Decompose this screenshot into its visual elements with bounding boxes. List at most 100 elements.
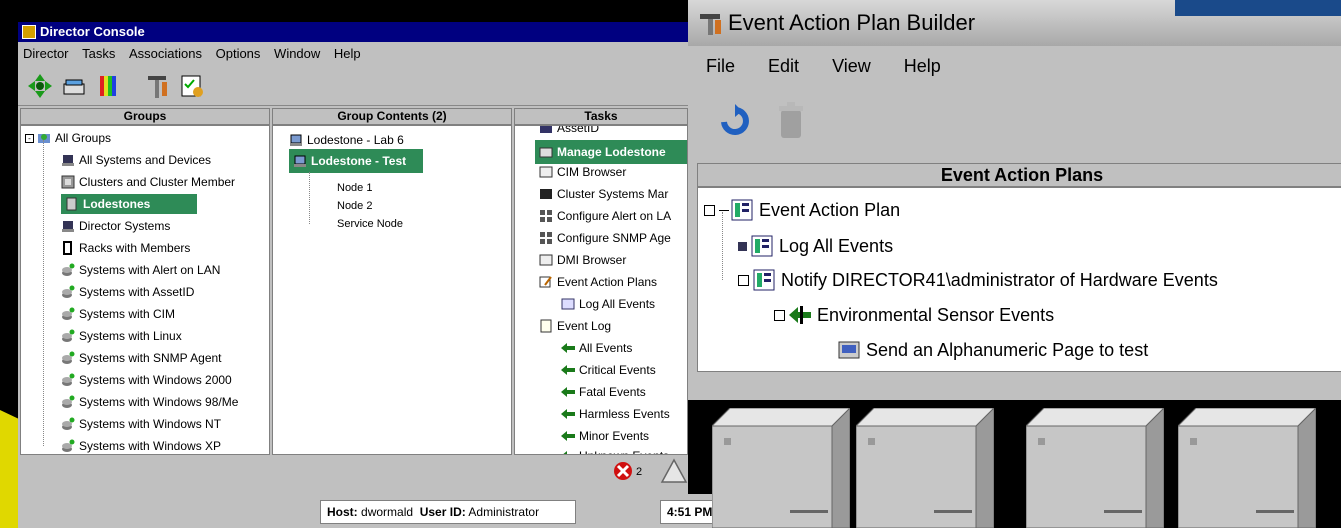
log-icon bbox=[540, 319, 552, 333]
group-all-systems[interactable]: All Systems and Devices bbox=[61, 150, 211, 170]
group-win2000[interactable]: Systems with Windows 2000 bbox=[61, 370, 232, 390]
group-alert-on-lan[interactable]: Systems with Alert on LAN bbox=[61, 260, 220, 280]
checklist-icon[interactable] bbox=[178, 72, 206, 100]
event-filter-icon bbox=[563, 451, 567, 454]
content-service-node[interactable]: Service Node bbox=[337, 214, 403, 234]
group-director-systems[interactable]: Director Systems bbox=[61, 216, 170, 236]
menu-window[interactable]: Window bbox=[269, 42, 325, 61]
eap-tree-environmental-sensor[interactable]: Environmental Sensor Events bbox=[774, 301, 1054, 329]
eap-menu-edit[interactable]: Edit bbox=[750, 48, 809, 77]
eap-menu-file[interactable]: File bbox=[688, 48, 745, 77]
eap-tree-log-all-events[interactable]: Log All Events bbox=[738, 232, 893, 260]
task-event-log[interactable]: Event Log bbox=[539, 316, 611, 336]
refresh-icon[interactable] bbox=[718, 104, 752, 140]
task-cluster-systems[interactable]: Cluster Systems Mar bbox=[539, 184, 668, 204]
contents-pane-header[interactable]: Group Contents (2) bbox=[272, 108, 512, 125]
task-critical-events[interactable]: Critical Events bbox=[561, 360, 656, 380]
groups-pane-header[interactable]: Groups bbox=[20, 108, 270, 125]
console-menubar: Director Tasks Associations Options Wind… bbox=[18, 42, 688, 66]
event-plan-icon bbox=[539, 276, 552, 288]
tasks-pane-header[interactable]: Tasks bbox=[514, 108, 688, 125]
console-toolbar bbox=[18, 66, 688, 106]
error-alert-icon[interactable] bbox=[612, 460, 634, 482]
tree-line bbox=[309, 172, 310, 224]
task-cim-browser[interactable]: CIM Browser bbox=[539, 162, 626, 182]
task-manage-lodestone[interactable]: Manage Lodestone bbox=[535, 140, 687, 164]
group-snmp[interactable]: Systems with SNMP Agent bbox=[61, 348, 222, 368]
task-assetid[interactable]: AssetID bbox=[539, 126, 599, 138]
content-lodestone-lab6[interactable]: Lodestone - Lab 6 bbox=[289, 130, 404, 150]
group-winxp[interactable]: Systems with Windows XP bbox=[61, 436, 221, 454]
computer-icon bbox=[294, 155, 306, 167]
task-fatal-events[interactable]: Fatal Events bbox=[561, 382, 646, 402]
group-all-groups[interactable]: - All Groups bbox=[25, 128, 111, 148]
network-icon bbox=[540, 232, 552, 244]
alert-count: 2 bbox=[636, 466, 643, 478]
group-winnt[interactable]: Systems with Windows NT bbox=[61, 414, 221, 434]
menu-associations[interactable]: Associations bbox=[124, 42, 207, 61]
menu-help[interactable]: Help bbox=[329, 42, 366, 61]
tree-collapse-icon[interactable] bbox=[774, 309, 785, 321]
content-node-1[interactable]: Node 1 bbox=[337, 178, 372, 198]
group-lodestones[interactable]: Lodestones bbox=[61, 194, 197, 214]
task-configure-alert[interactable]: Configure Alert on LA bbox=[539, 206, 671, 226]
dynamic-group-icon bbox=[62, 439, 75, 452]
cluster-icon bbox=[61, 175, 75, 189]
eap-menu-help[interactable]: Help bbox=[886, 48, 951, 77]
cluster-icon bbox=[540, 189, 552, 199]
clock-status-field: 4:51 PM bbox=[660, 500, 720, 524]
event-filter-icon bbox=[561, 365, 575, 375]
group-linux[interactable]: Systems with Linux bbox=[61, 326, 182, 346]
task-event-action-plans[interactable]: Event Action Plans bbox=[539, 272, 657, 292]
rack-icon bbox=[63, 241, 72, 255]
warning-triangle-icon[interactable] bbox=[660, 458, 688, 484]
menu-options[interactable]: Options bbox=[211, 42, 266, 61]
menu-director[interactable]: Director bbox=[18, 42, 74, 61]
decor-top-right bbox=[1175, 0, 1341, 16]
computer-icon bbox=[62, 221, 74, 232]
content-node-2[interactable]: Node 2 bbox=[337, 196, 372, 216]
eap-plans-header[interactable]: Event Action Plans bbox=[697, 163, 1341, 187]
task-minor-events[interactable]: Minor Events bbox=[561, 426, 649, 446]
eap-menu-view[interactable]: View bbox=[814, 48, 881, 77]
plan-list-icon bbox=[753, 269, 775, 291]
eap-tree-event-action-plan[interactable]: Event Action Plan bbox=[704, 196, 900, 224]
group-cim[interactable]: Systems with CIM bbox=[61, 304, 175, 324]
tree-collapse-icon[interactable] bbox=[738, 274, 749, 286]
content-lodestone-test[interactable]: Lodestone - Test bbox=[289, 149, 423, 173]
task-harmless-events[interactable]: Harmless Events bbox=[561, 404, 670, 424]
eap-tree-notify-director[interactable]: Notify DIRECTOR41\administrator of Hardw… bbox=[738, 266, 1218, 294]
scanner-icon[interactable] bbox=[60, 72, 88, 100]
manage-icon bbox=[539, 147, 553, 158]
tree-collapse-icon[interactable] bbox=[704, 204, 715, 216]
tools-icon[interactable] bbox=[144, 72, 172, 100]
network-icon bbox=[540, 210, 552, 222]
server-tower-icon bbox=[1026, 408, 1164, 528]
console-title: Director Console bbox=[40, 24, 145, 39]
tree-line bbox=[43, 140, 44, 446]
menu-tasks[interactable]: Tasks bbox=[77, 42, 120, 61]
task-dmi-browser[interactable]: DMI Browser bbox=[539, 250, 626, 270]
server-group-icon bbox=[66, 197, 77, 211]
task-log-all-events[interactable]: Log All Events bbox=[561, 294, 655, 314]
dynamic-group-icon bbox=[62, 263, 75, 276]
task-unknown-events[interactable]: Unknown Events bbox=[561, 446, 669, 454]
eap-tree-send-page[interactable]: Send an Alphanumeric Page to test bbox=[838, 336, 1148, 364]
tree-connector bbox=[719, 209, 729, 211]
group-clusters[interactable]: Clusters and Cluster Member bbox=[61, 172, 235, 192]
color-bars-icon[interactable] bbox=[94, 72, 122, 100]
assetid-icon bbox=[540, 126, 552, 133]
task-configure-snmp[interactable]: Configure SNMP Age bbox=[539, 228, 671, 248]
delete-trash-icon[interactable] bbox=[778, 102, 804, 140]
event-filter-icon bbox=[561, 409, 575, 419]
move-arrows-icon[interactable] bbox=[26, 72, 54, 100]
group-win98[interactable]: Systems with Windows 98/Me bbox=[61, 392, 238, 412]
eap-menubar: File Edit View Help bbox=[688, 48, 1341, 84]
host-status-field: Host: dwormald User ID: Administrator bbox=[320, 500, 576, 524]
group-assetid[interactable]: Systems with AssetID bbox=[61, 282, 194, 302]
dynamic-group-icon bbox=[62, 373, 75, 386]
plan-list-icon bbox=[751, 235, 773, 257]
task-all-events[interactable]: All Events bbox=[561, 338, 632, 358]
group-racks[interactable]: Racks with Members bbox=[61, 238, 190, 258]
tree-collapse-icon[interactable]: - bbox=[25, 133, 34, 143]
